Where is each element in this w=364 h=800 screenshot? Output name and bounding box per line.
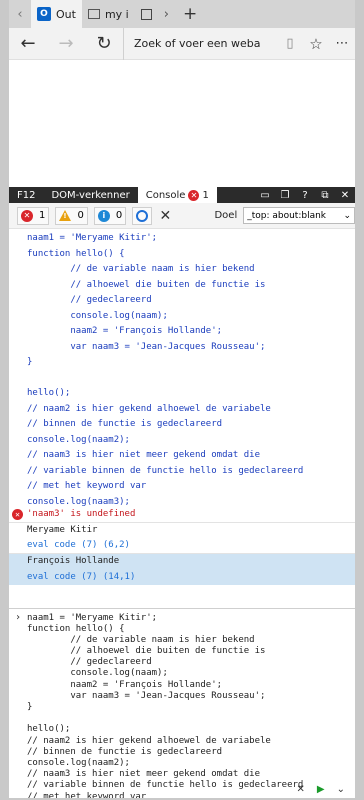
code-line: hello(); xyxy=(27,388,71,398)
code-line: console.log(naam2); xyxy=(27,757,130,768)
code-line: // naam3 is hier niet meer gekend omdat … xyxy=(27,450,260,460)
code-line: naam2 = 'François Hollande'; xyxy=(27,326,223,336)
error-icon: ✕ xyxy=(12,509,23,520)
console-toggle-icon[interactable]: ▭ xyxy=(255,190,275,201)
refresh-icon[interactable]: ↻ xyxy=(85,28,123,60)
tab-dom-explorer[interactable]: DOM-verkenner xyxy=(43,187,137,203)
more-icon[interactable]: ⋯ xyxy=(329,36,355,51)
target-select[interactable]: _top: about:blank ⌄ xyxy=(243,207,355,224)
outlook-icon: O xyxy=(37,7,51,21)
code-line: // gedeclareerd xyxy=(27,657,152,668)
reading-view-icon[interactable]: ▯ xyxy=(277,36,303,51)
log-message: François Hollande xyxy=(9,553,355,569)
console-toolbar: ✕ 1 ! 0 i 0 ✕ Doel _top: about:blank ⌄ xyxy=(9,203,355,229)
undock-icon[interactable]: ⧉ xyxy=(315,190,335,201)
browser-window: ‹ O Out my i › + ← → ↻ Zoek of voer een … xyxy=(0,0,364,800)
code-line: // naam2 is hier gekend alhoewel de vari… xyxy=(27,735,271,746)
code-line: // de variable naam is hier bekend xyxy=(27,264,255,274)
divider xyxy=(9,585,355,609)
f12-label: F12 xyxy=(17,189,36,201)
code-line: // alhoewel die buiten de functie is xyxy=(27,646,266,657)
tab-preview-button[interactable] xyxy=(135,0,158,28)
code-line: // naam2 is hier gekend alhoewel de vari… xyxy=(27,403,271,414)
tab-label: Out xyxy=(56,7,76,21)
code-line: // binnen de functie is gedeclareerd xyxy=(27,746,223,757)
code-line: naam1 = 'Meryame Kitir'; xyxy=(27,612,158,623)
code-line: function hello() { xyxy=(27,248,125,259)
code-line: } xyxy=(27,357,33,367)
source-link[interactable]: eval code (7) (6,2) xyxy=(9,538,355,554)
favorite-star-icon[interactable]: ☆ xyxy=(303,35,329,53)
code-line: // alhoewel die buiten de functie is xyxy=(27,279,266,290)
code-line: // de variable naam is hier bekend xyxy=(27,634,255,645)
code-line: function hello() { xyxy=(27,623,125,634)
run-icon[interactable]: ▶ xyxy=(317,784,325,795)
warning-icon: ! xyxy=(59,210,72,221)
prompt-icon: › xyxy=(15,611,22,623)
console-input[interactable]: › naam1 = 'Meryame Kitir'; function hello… xyxy=(9,609,355,799)
log-message: Meryame Kitir xyxy=(27,525,98,536)
code-line: // binnen de functie is gedeclareerd xyxy=(27,419,223,429)
address-bar: ← → ↻ Zoek of voer een weba ▯ ☆ ⋯ xyxy=(9,27,355,60)
clear-console-icon[interactable]: ✕ xyxy=(158,208,172,224)
target-label: Doel xyxy=(214,210,238,221)
chevron-down-icon: ⌄ xyxy=(343,210,351,221)
tab-preview-icon xyxy=(140,8,152,20)
code-line: // variable binnen de functie hello is g… xyxy=(27,465,304,476)
error-message: ✕ 'naam3' is undefined xyxy=(9,507,355,523)
code-line: naam2 = 'François Hollande'; xyxy=(27,679,223,690)
close-icon[interactable]: ✕ xyxy=(335,190,355,201)
code-line: // naam3 is hier niet meer gekend omdat … xyxy=(27,769,260,780)
clear-on-navigate-button[interactable] xyxy=(132,206,153,225)
errors-filter[interactable]: ✕ 1 xyxy=(17,206,50,225)
collapse-icon[interactable]: ⌄ xyxy=(337,784,345,795)
echoed-code: naam1 = 'Meryame Kitir'; function hello()… xyxy=(27,231,355,510)
code-line: var naam3 = 'Jean-Jacques Rousseau'; xyxy=(27,341,266,352)
tab-bar: ‹ O Out my i › + xyxy=(9,0,355,28)
back-icon[interactable]: ← xyxy=(9,28,47,60)
chevron-right-icon[interactable]: › xyxy=(158,0,175,28)
code-line: naam1 = 'Meryame Kitir'; xyxy=(27,233,158,243)
warnings-filter[interactable]: ! 0 xyxy=(55,206,88,225)
code-line: console.log(naam2); xyxy=(27,434,130,445)
code-line: // gedeclareerd xyxy=(27,295,152,305)
page-content-area xyxy=(9,60,355,187)
tab-console[interactable]: Console ✕ 1 xyxy=(137,187,217,203)
info-icon: i xyxy=(97,209,110,222)
pin-icon[interactable]: ❐ xyxy=(275,190,295,201)
tab-outlook[interactable]: O Out xyxy=(31,0,82,28)
input-actions: ✕ ▶ ⌄ xyxy=(9,780,355,798)
devtools-tabbar: F12 DOM-verkenner Console ✕ 1 ▭ ❐ ? ⧉ ✕ xyxy=(9,187,355,203)
clear-input-icon[interactable]: ✕ xyxy=(297,784,305,795)
page-icon xyxy=(87,9,100,19)
clear-on-navigate-icon xyxy=(136,209,149,222)
code-line: hello(); xyxy=(27,724,71,735)
tab-scroll-left-icon[interactable]: ‹ xyxy=(9,0,31,28)
code-line: console.log(naam); xyxy=(27,668,168,679)
source-link[interactable]: eval code (7) (14,1) xyxy=(9,569,355,585)
forward-icon[interactable]: → xyxy=(47,28,85,60)
tab-page[interactable]: my i xyxy=(82,0,135,28)
new-tab-icon[interactable]: + xyxy=(175,0,205,28)
error-icon: ✕ xyxy=(188,189,200,201)
help-icon[interactable]: ? xyxy=(295,190,315,201)
code-line: console.log(naam); xyxy=(27,310,168,321)
code-line: // met het keyword var xyxy=(27,481,147,491)
tab-label: my i xyxy=(104,7,129,21)
info-filter[interactable]: i 0 xyxy=(93,206,127,225)
code-line: } xyxy=(27,702,33,712)
error-icon: ✕ xyxy=(21,209,33,222)
address-input[interactable]: Zoek of voer een weba xyxy=(123,27,277,60)
code-line: var naam3 = 'Jean-Jacques Rousseau'; xyxy=(27,690,266,701)
